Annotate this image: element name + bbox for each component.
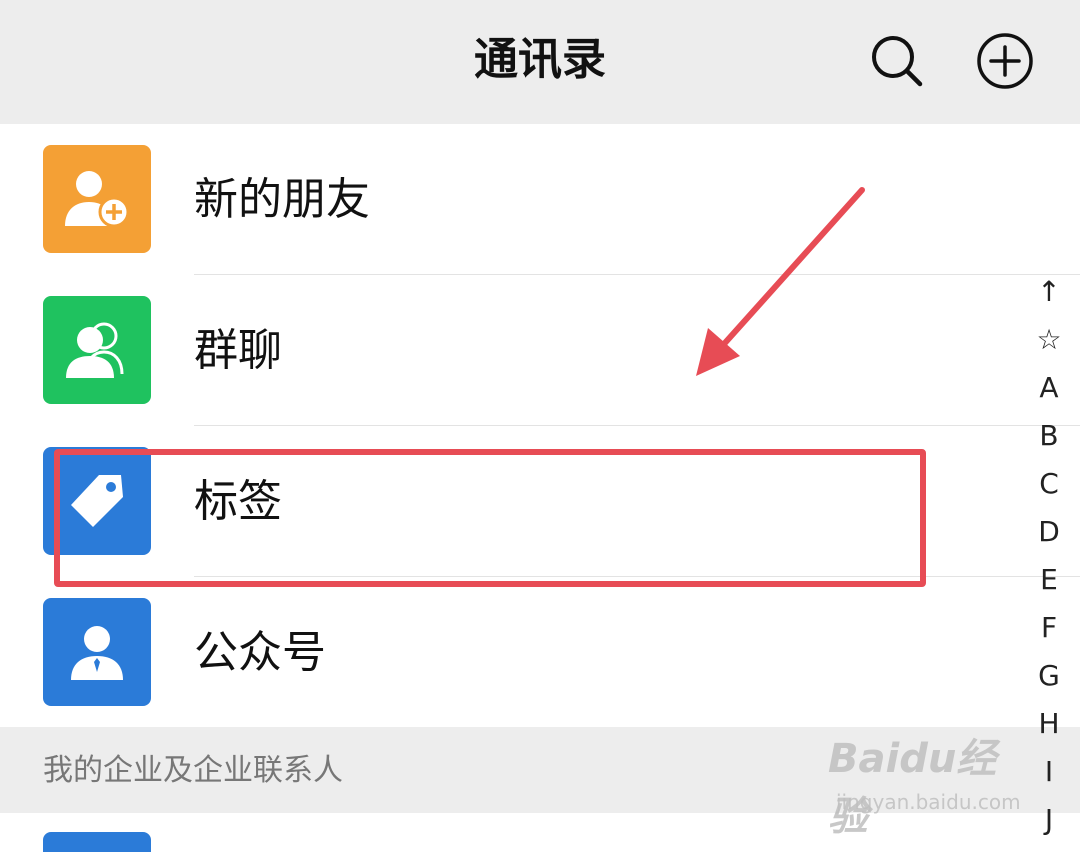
menu-item-tags[interactable]: 标签: [0, 426, 1080, 576]
index-item-a[interactable]: A: [1024, 364, 1074, 412]
add-button[interactable]: [976, 32, 1033, 89]
index-item-f[interactable]: F: [1024, 604, 1074, 652]
tag-icon: [71, 475, 123, 527]
search-icon: [872, 36, 923, 87]
section-header: 我的企业及企业联系人: [0, 727, 1080, 813]
index-item-top[interactable]: ↑: [1024, 268, 1074, 316]
menu-item-new-friends[interactable]: 新的朋友: [0, 124, 1080, 274]
menu-item-label: 标签: [194, 476, 282, 527]
index-item-e[interactable]: E: [1024, 556, 1074, 604]
index-item-c[interactable]: C: [1024, 460, 1074, 508]
official-account-icon-box: [43, 598, 151, 706]
nav-bar: 通讯录: [0, 0, 1080, 124]
group-chat-icon-box: [43, 296, 151, 404]
section-title: 我的企业及企业联系人: [43, 753, 343, 788]
next-item-icon-peek: [43, 832, 151, 852]
menu-item-label: 新的朋友: [194, 174, 370, 225]
plus-circle-icon: [977, 33, 1033, 89]
index-item-star[interactable]: ☆: [1024, 316, 1074, 364]
new-friends-icon-box: [43, 145, 151, 253]
group-chat-icon: [66, 322, 124, 378]
index-item-b[interactable]: B: [1024, 412, 1074, 460]
menu-item-label: 公众号: [194, 627, 326, 678]
menu-item-group-chats[interactable]: 群聊: [0, 275, 1080, 425]
index-item-g[interactable]: G: [1024, 652, 1074, 700]
index-item-h[interactable]: H: [1024, 700, 1074, 748]
menu-item-official-accounts[interactable]: 公众号: [0, 577, 1080, 727]
tag-icon-box: [43, 447, 151, 555]
index-item-j[interactable]: J: [1024, 796, 1074, 844]
menu-item-label: 群聊: [194, 325, 282, 376]
alphabet-index-bar[interactable]: ↑ ☆ A B C D E F G H I J: [1024, 268, 1074, 844]
official-account-icon: [71, 626, 123, 680]
add-friend-icon: [65, 171, 130, 228]
search-button[interactable]: [868, 32, 924, 88]
index-item-d[interactable]: D: [1024, 508, 1074, 556]
index-item-i[interactable]: I: [1024, 748, 1074, 796]
